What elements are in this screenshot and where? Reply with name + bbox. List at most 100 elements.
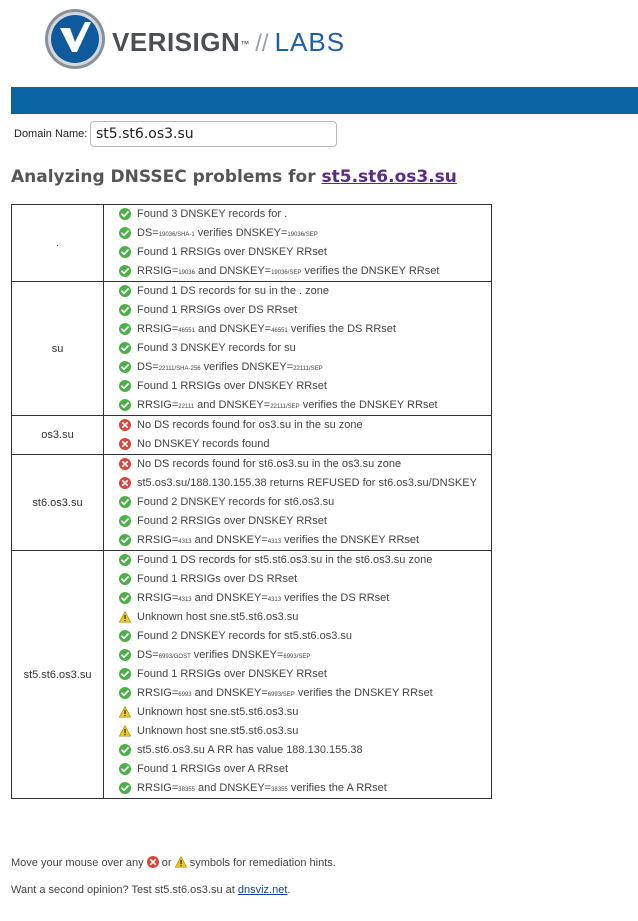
check-subscript: 38355 (271, 787, 288, 793)
check-subscript: 22111/SHA-256 (158, 366, 201, 372)
second-opinion: Want a second opinion? Test st5.st6.os3.… (11, 884, 290, 896)
error-icon[interactable] (119, 477, 131, 489)
check-item: Unknown host sne.st5.st6.os3.su (104, 608, 491, 627)
opinion-suffix: . (287, 884, 291, 896)
warning-icon[interactable] (119, 725, 131, 737)
check-text: verifies the DNSKEY RRset (294, 687, 433, 699)
check-text: and DNSKEY= (194, 323, 272, 335)
check-item: Unknown host sne.st5.st6.os3.su (104, 722, 491, 741)
domain-name-input[interactable]: st5.st6.os3.su (90, 121, 337, 147)
hint-prefix: Move your mouse over any (11, 857, 147, 869)
check-text: verifies the DS RRset (281, 592, 390, 604)
warning-icon[interactable] (119, 611, 131, 623)
zone-row: su Found 1 DS records for su in the . zon… (11, 281, 492, 416)
check-text: Found 3 DNSKEY records for . (137, 208, 288, 220)
check-text: RRSIG= (137, 323, 179, 335)
check-item: RRSIG=22111 and DNSKEY=22111/SEP verifie… (104, 396, 491, 415)
check-icon (119, 496, 131, 508)
check-icon (119, 208, 131, 220)
check-text: verifies the DNSKEY RRset (281, 534, 420, 546)
check-text: verifies the DS RRset (287, 323, 396, 335)
check-text: st5.os3.su/188.130.155.38 returns REFUSE… (137, 477, 477, 489)
check-text: No DS records found for st6.os3.su in th… (137, 458, 402, 470)
check-text: verifies the DNSKEY RRset (301, 265, 440, 277)
check-text: RRSIG= (137, 399, 179, 411)
logo-wordmark: VERISIGN™ //LABS (112, 27, 345, 59)
error-icon[interactable] (119, 458, 131, 470)
error-icon (146, 856, 159, 868)
check-item: DS=22111/SHA-256 verifies DNSKEY=22111/S… (104, 358, 491, 377)
check-text: Found 1 RRSIGs over DNSKEY RRset (137, 380, 327, 392)
check-subscript: 38355 (178, 787, 195, 793)
dnsviz-link[interactable]: dnsviz.net (238, 884, 288, 896)
hint-suffix: symbols for remediation hints. (186, 857, 336, 869)
check-text: Unknown host sne.st5.st6.os3.su (137, 725, 299, 737)
check-item: Found 1 RRSIGs over DNSKEY RRset (104, 665, 491, 684)
check-icon (119, 399, 131, 411)
check-text: verifies DNSKEY= (200, 361, 294, 373)
check-text: verifies the A RRset (287, 782, 387, 794)
zone-row: st6.os3.su No DS records found for st6.os… (11, 454, 492, 551)
check-item: Found 1 DS records for st5.st6.os3.su in… (104, 551, 491, 570)
check-text: and DNSKEY= (191, 687, 268, 699)
check-text: and DNSKEY= (191, 534, 268, 546)
check-text: Found 1 DS records for st5.st6.os3.su in… (137, 554, 433, 566)
check-item: Found 1 DS records for su in the . zone (104, 282, 491, 301)
check-subscript: 22111/SEP (270, 404, 300, 410)
zone-checks: Found 1 DS records for su in the . zone F… (103, 281, 492, 416)
error-icon[interactable] (119, 419, 131, 431)
check-text: Found 1 RRSIGs over A RRset (137, 763, 289, 775)
check-subscript: 22111/SEP (293, 366, 323, 372)
remediation-hint: Move your mouse over any or symbols for … (11, 856, 336, 869)
logo-brand: VERISIGN (112, 27, 241, 57)
check-icon (119, 323, 131, 335)
check-icon (119, 763, 131, 775)
check-subscript: 6993 (178, 692, 192, 698)
check-item: Found 1 RRSIGs over A RRset (104, 760, 491, 779)
warning-icon (174, 856, 187, 868)
check-text: Found 1 DS records for su in the . zone (137, 285, 329, 297)
header-banner (11, 87, 638, 114)
zone-row: . Found 3 DNSKEY records for . DS=19036/SH… (11, 204, 492, 282)
error-icon[interactable] (119, 438, 131, 450)
check-text: Found 3 DNSKEY records for su (137, 342, 296, 354)
check-text: Found 2 DNSKEY records for st6.os3.su (137, 496, 335, 508)
check-icon (119, 554, 131, 566)
check-icon (119, 744, 131, 756)
check-text: DS= (137, 649, 159, 661)
logo-trademark: ™ (240, 39, 250, 49)
opinion-prefix: Want a second opinion? Test st5.st6.os3.… (11, 884, 238, 896)
analyzed-domain-link[interactable]: st5.st6.os3.su (322, 167, 457, 187)
verisign-checkmark-icon (45, 9, 105, 69)
check-text: and DNSKEY= (194, 782, 272, 794)
check-subscript: 19036 (178, 270, 195, 276)
check-item: No DNSKEY records found (104, 435, 491, 454)
check-item: DS=19036/SHA-1 verifies DNSKEY=19036/SEP (104, 224, 491, 243)
verisign-labs-logo[interactable]: VERISIGN™ //LABS (44, 8, 344, 72)
hint-or: or (158, 857, 175, 869)
zone-name: st6.os3.su (11, 454, 104, 551)
dnssec-results-table: . Found 3 DNSKEY records for . DS=19036/SH… (11, 204, 492, 799)
check-text: No DNSKEY records found (137, 438, 270, 450)
check-item: RRSIG=19036 and DNSKEY=19036/SEP verifie… (104, 262, 491, 281)
check-item: Found 3 DNSKEY records for su (104, 339, 491, 358)
check-text: RRSIG= (137, 592, 179, 604)
domain-search: Domain Name: st5.st6.os3.su (14, 121, 344, 147)
check-item: DS=6993/GOST verifies DNSKEY=6993/SEP (104, 646, 491, 665)
check-subscript: 6993/SEP (283, 654, 311, 660)
zone-name: os3.su (11, 415, 104, 455)
check-icon (119, 304, 131, 316)
check-subscript: 46551 (271, 328, 288, 334)
check-item: Found 1 RRSIGs over DS RRset (104, 570, 491, 589)
check-text: and DNSKEY= (194, 265, 272, 277)
check-subscript: 6993/SEP (267, 692, 295, 698)
check-item: RRSIG=46551 and DNSKEY=46551 verifies th… (104, 320, 491, 339)
check-text: DS= (137, 361, 159, 373)
page-title-prefix: Analyzing DNSSEC problems for (11, 167, 322, 187)
check-item: Found 2 DNSKEY records for st6.os3.su (104, 493, 491, 512)
domain-name-label: Domain Name: (14, 128, 88, 140)
warning-icon[interactable] (119, 706, 131, 718)
check-item: Found 1 RRSIGs over DNSKEY RRset (104, 377, 491, 396)
check-text: Found 1 RRSIGs over DNSKEY RRset (137, 246, 327, 258)
check-icon (119, 630, 131, 642)
